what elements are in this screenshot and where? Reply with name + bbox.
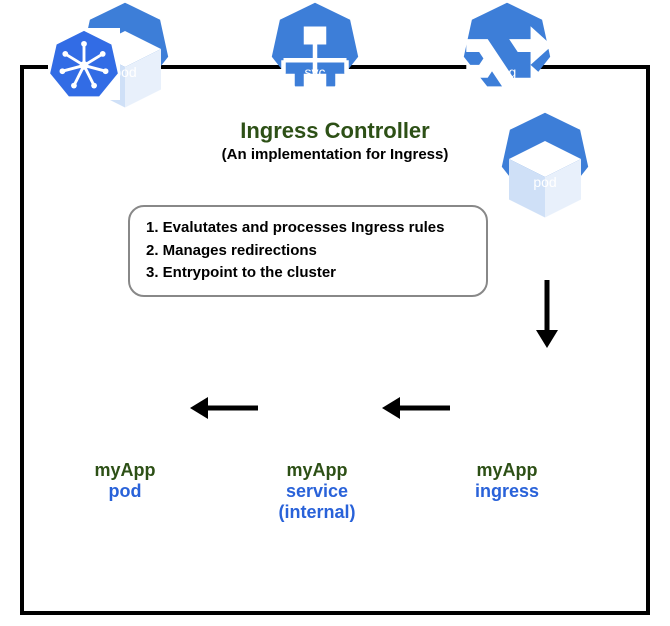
caption-pod-type: pod (60, 481, 190, 502)
caption-svc-type: service (252, 481, 382, 502)
rule-2: 2. Manages redirections (146, 240, 470, 263)
pod-node-top: pod (500, 110, 590, 200)
ingress-node: ing (462, 0, 552, 90)
caption-svc-name: myApp (286, 460, 347, 480)
kubernetes-logo-icon (48, 28, 120, 100)
service-node: svc (270, 0, 360, 90)
arrow-left-icon (188, 393, 258, 423)
svc-label: svc (270, 64, 360, 80)
ingress-controller-title: Ingress Controller (An implementation fo… (180, 118, 490, 163)
caption-svc: myApp service (internal) (252, 460, 382, 523)
arrow-down-icon (532, 280, 562, 350)
pod-label: pod (500, 174, 590, 190)
caption-svc-extra: (internal) (252, 502, 382, 523)
arrow-left-icon (380, 393, 450, 423)
rules-box: 1. Evalutates and processes Ingress rule… (128, 205, 488, 297)
rule-3: 3. Entrypoint to the cluster (146, 262, 470, 285)
caption-pod: myApp pod (60, 460, 190, 502)
caption-pod-name: myApp (94, 460, 155, 480)
title-sub: (An implementation for Ingress) (180, 146, 490, 163)
caption-ing-type: ingress (442, 481, 572, 502)
title-main: Ingress Controller (180, 118, 490, 144)
caption-ing: myApp ingress (442, 460, 572, 502)
ing-label: ing (462, 64, 552, 80)
caption-ing-name: myApp (476, 460, 537, 480)
rule-1: 1. Evalutates and processes Ingress rule… (146, 217, 470, 240)
hierarchy-icon (270, 22, 360, 103)
shuffle-icon (462, 22, 552, 103)
